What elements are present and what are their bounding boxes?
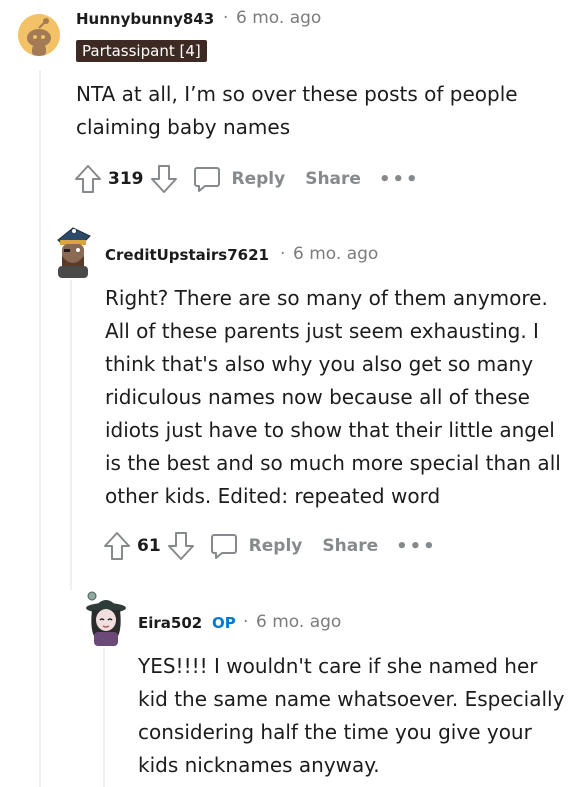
comment-line: other kids. Edited: repeated word xyxy=(105,484,441,508)
thread-line[interactable] xyxy=(70,280,72,590)
timestamp[interactable]: 6 mo. ago xyxy=(236,8,321,28)
reply-label: Reply xyxy=(248,536,303,556)
more-options-button[interactable]: ••• xyxy=(396,536,437,557)
comment-line: Right? There are so many of them anymore… xyxy=(105,286,548,310)
user-flair: Partassipant [4] xyxy=(76,40,207,62)
comment-line: is the best and so much more special tha… xyxy=(105,451,561,475)
vote-score: 319 xyxy=(108,169,144,189)
upvote-arrow-icon xyxy=(75,165,101,193)
comment-actions: 61 Reply Share ••• xyxy=(103,528,437,564)
comment-line: kids nicknames anyway. xyxy=(138,753,380,777)
avatar[interactable] xyxy=(80,588,128,646)
reply-button[interactable]: Reply xyxy=(209,531,303,561)
comment-line: NTA at all, I’m so over these posts of p… xyxy=(76,82,518,106)
username[interactable]: Hunnybunny843 xyxy=(76,10,214,28)
downvote-arrow-icon xyxy=(150,165,177,193)
comment-separator: · xyxy=(280,244,286,264)
comment-body: NTA at all, I’m so over these posts of p… xyxy=(76,78,576,144)
comment-line: idiots just have to show that their litt… xyxy=(105,418,555,442)
upvote-arrow-icon xyxy=(104,532,130,560)
thread-line[interactable] xyxy=(39,70,41,787)
comment-bubble-icon xyxy=(210,534,237,559)
snoo-avatar-icon xyxy=(18,14,60,56)
avatar[interactable] xyxy=(18,14,60,56)
reply-label: Reply xyxy=(231,169,286,189)
comment-line: All of these parents just seem exhaustin… xyxy=(105,319,539,343)
comment-line: YES!!!! I wouldn't care if she named her xyxy=(138,654,538,678)
custom-avatar-icon xyxy=(86,591,126,646)
thread-line[interactable] xyxy=(103,648,105,787)
upvote-button[interactable] xyxy=(74,163,102,195)
share-label: Share xyxy=(322,536,379,556)
reply-button[interactable]: Reply xyxy=(192,164,286,194)
vote-score: 61 xyxy=(137,536,161,556)
comment-bubble-icon xyxy=(193,167,220,192)
comment-separator: · xyxy=(223,8,229,28)
share-button[interactable]: Share xyxy=(305,169,361,189)
share-label: Share xyxy=(305,169,361,189)
timestamp[interactable]: 6 mo. ago xyxy=(256,612,341,632)
comment-body: Right? There are so many of them anymore… xyxy=(105,282,583,513)
comment-line: considering half the time you give your xyxy=(138,720,532,744)
username[interactable]: CreditUpstairs7621 xyxy=(105,246,269,264)
comment-line: ridiculous names now because all of thes… xyxy=(105,385,530,409)
comment-line: claiming baby names xyxy=(76,115,291,139)
op-badge: OP xyxy=(212,614,236,632)
downvote-button[interactable] xyxy=(150,163,178,195)
username[interactable]: Eira502 xyxy=(138,614,202,632)
comment-actions: 319 Reply Share ••• xyxy=(74,161,419,197)
downvote-arrow-icon xyxy=(167,532,194,560)
timestamp[interactable]: 6 mo. ago xyxy=(293,244,378,264)
upvote-button[interactable] xyxy=(103,530,131,562)
comment-body: YES!!!! I wouldn't care if she named her… xyxy=(138,650,583,782)
comment-separator: · xyxy=(243,612,249,632)
avatar[interactable] xyxy=(50,222,96,278)
comment-line: think that's also why you also get so ma… xyxy=(105,352,534,376)
more-options-button[interactable]: ••• xyxy=(379,169,420,190)
custom-avatar-icon xyxy=(57,227,91,278)
downvote-button[interactable] xyxy=(167,530,195,562)
comment-line: kid the same name whatsoever. Especially xyxy=(138,687,565,711)
share-button[interactable]: Share xyxy=(322,536,378,556)
